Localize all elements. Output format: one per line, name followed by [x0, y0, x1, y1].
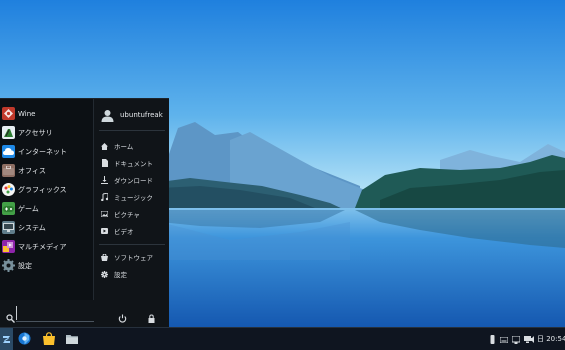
keyboard-icon[interactable] — [500, 335, 508, 344]
download-icon — [101, 176, 108, 184]
app-category-accessories[interactable]: アクセサリ — [0, 123, 94, 142]
internet-icon — [2, 145, 15, 158]
software-icon — [101, 253, 108, 261]
search-underline — [16, 321, 94, 322]
place-label: ホーム — [114, 143, 134, 151]
place-settings[interactable]: 設定 — [101, 267, 167, 281]
place-videos[interactable]: ビデオ — [101, 224, 167, 238]
start-menu: Wine アクセサリ インターネット オフィス グラフィックス ゲーム システム… — [0, 98, 169, 327]
wine-icon — [2, 107, 15, 120]
app-category-wine[interactable]: Wine — [0, 104, 94, 123]
app-category-internet[interactable]: インターネット — [0, 142, 94, 161]
place-label: ダウンロード — [114, 177, 153, 185]
app-category-list: Wine アクセサリ インターネット オフィス グラフィックス ゲーム システム… — [0, 99, 94, 300]
menu-search-bar — [0, 300, 169, 326]
search-icon — [6, 308, 15, 323]
office-icon — [2, 164, 15, 177]
games-icon — [2, 202, 15, 215]
app-category-settings[interactable]: 設定 — [0, 256, 94, 275]
divider — [99, 244, 165, 245]
place-music[interactable]: ミュージック — [101, 190, 167, 204]
zorin-menu-icon[interactable] — [0, 328, 13, 350]
place-label: ビデオ — [114, 228, 134, 236]
app-category-label: 設定 — [18, 261, 32, 270]
user-name: ubuntufreak — [120, 111, 163, 119]
browser-icon[interactable] — [18, 332, 31, 345]
search-input[interactable] — [16, 306, 92, 320]
app-category-label: オフィス — [18, 166, 46, 175]
user-avatar-icon — [101, 109, 114, 122]
app-category-label: ゲーム — [18, 204, 39, 213]
place-label: ソフトウェア — [114, 254, 153, 262]
software-store-icon[interactable] — [42, 332, 55, 345]
place-downloads[interactable]: ダウンロード — [101, 173, 167, 187]
place-label: ピクチャ — [114, 211, 140, 219]
app-category-label: システム — [18, 223, 46, 232]
place-label: ドキュメント — [114, 160, 153, 168]
clock[interactable]: 日 20:54 — [537, 334, 565, 344]
usb-icon[interactable] — [490, 335, 495, 344]
app-category-office[interactable]: オフィス — [0, 161, 94, 180]
files-icon[interactable] — [65, 332, 78, 345]
lock-icon[interactable] — [147, 308, 156, 323]
app-category-graphics[interactable]: グラフィックス — [0, 180, 94, 199]
power-icon[interactable] — [118, 308, 127, 323]
graphics-icon — [2, 183, 15, 196]
place-pictures[interactable]: ピクチャ — [101, 207, 167, 221]
settings-gear-icon — [101, 270, 108, 278]
app-category-label: グラフィックス — [18, 185, 67, 194]
place-home[interactable]: ホーム — [101, 139, 167, 153]
volume-icon[interactable] — [530, 335, 535, 344]
divider — [99, 130, 165, 131]
system-icon — [2, 221, 15, 234]
network-icon[interactable] — [512, 335, 520, 344]
document-icon — [101, 159, 108, 167]
app-category-label: マルチメディア — [18, 242, 67, 251]
taskbar: 日 20:54 — [0, 327, 565, 350]
video-icon — [101, 227, 108, 235]
place-label: 設定 — [114, 271, 127, 279]
app-category-multimedia[interactable]: マルチメディア — [0, 237, 94, 256]
app-category-label: インターネット — [18, 147, 67, 156]
home-icon — [101, 142, 108, 150]
app-category-label: Wine — [18, 109, 36, 118]
place-software[interactable]: ソフトウェア — [101, 250, 167, 264]
place-label: ミュージック — [114, 194, 153, 202]
settings-icon — [2, 259, 15, 272]
app-category-games[interactable]: ゲーム — [0, 199, 94, 218]
multimedia-icon — [2, 240, 15, 253]
app-category-system[interactable]: システム — [0, 218, 94, 237]
accessories-icon — [2, 126, 15, 139]
picture-icon — [101, 210, 108, 218]
place-documents[interactable]: ドキュメント — [101, 156, 167, 170]
app-category-label: アクセサリ — [18, 128, 53, 137]
music-icon — [101, 193, 108, 201]
places-panel: ubuntufreak ホーム ドキュメント ダウンロード ミュージック ピクチ… — [95, 99, 169, 300]
user-account[interactable]: ubuntufreak — [101, 107, 167, 123]
